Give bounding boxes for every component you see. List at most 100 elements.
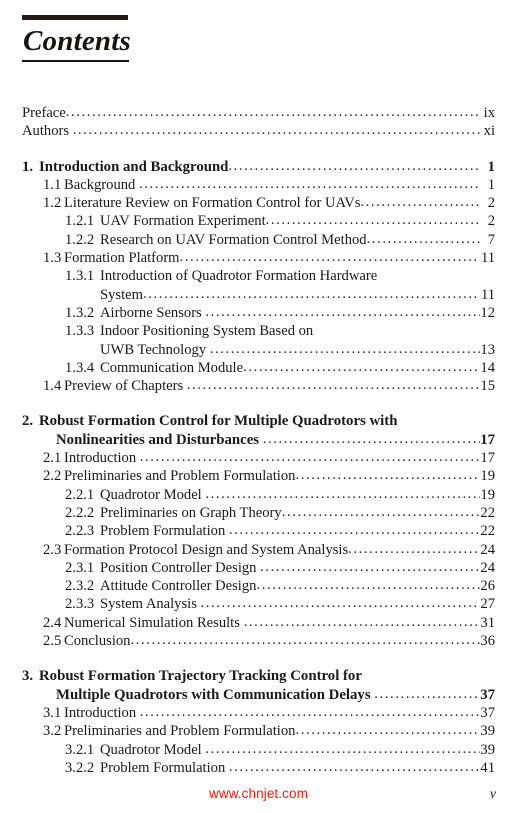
toc-entry-section[interactable]: 1.4 Preview of Chapters .................…: [22, 377, 495, 395]
leader-dots: ........................................…: [295, 722, 480, 739]
entry-title: Position Controller Design: [100, 559, 261, 576]
entry-number: 2.2.2: [65, 504, 95, 521]
entry-page-number: 1: [487, 158, 495, 175]
entry-title: System: [100, 286, 143, 303]
entry-number: 3.2.2: [65, 759, 95, 776]
entry-number: 2.3.2: [65, 578, 95, 595]
toc-entry-section[interactable]: 3.2 Preliminaries and Problem Formulation…: [22, 722, 495, 740]
toc-entry-subsec[interactable]: 1.3.3 Indoor Positioning System Based on: [22, 322, 495, 340]
toc-entry-section[interactable]: 1.1 Background ..........................…: [22, 176, 495, 194]
leader-dots: ........................................…: [260, 558, 480, 575]
entry-page-number: 11: [480, 286, 495, 303]
entry-page-number: 17: [480, 450, 495, 467]
entry-number: 2.2: [43, 468, 62, 485]
entry-page-number: 31: [480, 614, 495, 631]
entry-title: Conclusion: [64, 633, 131, 650]
leader-dots: ........................................…: [142, 285, 480, 302]
toc-entry-chapter[interactable]: 1. Introduction and Background...........…: [22, 158, 495, 176]
leader-dots: ........................................…: [228, 758, 480, 775]
entry-page-number: 19: [480, 486, 495, 503]
entry-page-number: 19: [480, 468, 495, 485]
entry-title: Attitude Controller Design: [100, 578, 257, 595]
entry-title: Robust Formation Trajectory Tracking Con…: [39, 668, 362, 685]
entry-title: Background: [64, 176, 139, 193]
toc-entry-section[interactable]: 2.3 Formation Protocol Design and System …: [22, 541, 495, 559]
toc-entry-subsec[interactable]: 2.3.2 Attitude Controller Design.........…: [22, 577, 495, 595]
toc-entry-subsec[interactable]: 2.2.3 Problem Formulation ...............…: [22, 522, 495, 540]
entry-title: Robust Formation Control for Multiple Qu…: [39, 413, 398, 430]
toc-entry-chapter[interactable]: 2. Robust Formation Control for Multiple …: [22, 412, 495, 430]
leader-dots: ........................................…: [228, 157, 480, 174]
entry-page-number: 2: [487, 195, 495, 212]
entry-title: Introduction and Background: [39, 158, 229, 175]
entry-title: Nonlinearities and Disturbances: [56, 431, 263, 448]
entry-number: 2.: [22, 413, 34, 430]
entry-title: Authors: [22, 123, 73, 140]
entry-number: 2.3.1: [65, 559, 95, 576]
toc-entry-chapter[interactable]: 3. Robust Formation Trajectory Tracking C…: [22, 667, 495, 685]
toc-entry-section[interactable]: 1.3 Formation Platform...................…: [22, 249, 495, 267]
entry-page-number: 26: [480, 578, 495, 595]
entry-title: Numerical Simulation Results: [64, 614, 244, 631]
entry-title: System Analysis: [100, 596, 201, 613]
toc-entry-subsec[interactable]: 1.3.1 Introduction of Quadrotor Formation…: [22, 267, 495, 285]
entry-title: UAV Formation Experiment: [100, 213, 266, 230]
entry-number: 3.: [22, 668, 34, 685]
table-of-contents: Preface.................................…: [22, 104, 495, 777]
entry-number: 2.4: [43, 614, 62, 631]
entry-number: 2.2.1: [65, 486, 95, 503]
toc-entry-section[interactable]: 2.5 Conclusion...........................…: [22, 632, 495, 650]
leader-dots: ........................................…: [262, 430, 480, 447]
toc-entry-subsec[interactable]: 2.3.3 System Analysis ...................…: [22, 595, 495, 613]
toc-entry-section[interactable]: 2.2 Preliminaries and Problem Formulation…: [22, 467, 495, 485]
toc-entry-subsec[interactable]: 2.2.2 Preliminaries on Graph Theory......…: [22, 504, 495, 522]
entry-title: Communication Module: [100, 359, 244, 376]
entry-title: Problem Formulation: [100, 523, 229, 540]
toc-entry-subsec[interactable]: 1.2.1 UAV Formation Experiment...........…: [22, 212, 495, 230]
toc-entry-subsec[interactable]: 3.2.2 Problem Formulation ...............…: [22, 759, 495, 777]
toc-entry-subsec-continuation[interactable]: UWB Technology .........................…: [22, 341, 495, 359]
toc-entry-subsec[interactable]: 1.3.4 Communication Module...............…: [22, 359, 495, 377]
toc-entry-front-matter[interactable]: Authors ................................…: [22, 122, 495, 140]
leader-dots: ........................................…: [348, 540, 480, 557]
entry-title: Formation Platform: [64, 250, 180, 267]
leader-dots: ........................................…: [200, 595, 480, 612]
entry-number: 2.1: [43, 450, 62, 467]
toc-entry-section[interactable]: 1.2 Literature Review on Formation Contro…: [22, 194, 495, 212]
toc-entry-chapter-continuation[interactable]: Nonlinearities and Disturbances ........…: [22, 431, 495, 449]
entry-page-number: 37: [480, 704, 495, 721]
toc-entry-section[interactable]: 2.1 Introduction ........................…: [22, 449, 495, 467]
toc-entry-section[interactable]: 2.4 Numerical Simulation Results ........…: [22, 614, 495, 632]
leader-dots: ........................................…: [205, 485, 480, 502]
leader-dots: ........................................…: [265, 212, 480, 229]
entry-number: 3.2.1: [65, 741, 95, 758]
toc-entry-subsec-continuation[interactable]: System..................................…: [22, 286, 495, 304]
entry-number: 1.2.2: [65, 231, 95, 248]
entry-number: 2.3: [43, 541, 62, 558]
entry-title: Airborne Sensors: [100, 304, 206, 321]
leader-dots: ........................................…: [130, 632, 480, 649]
leader-dots: ........................................…: [72, 122, 480, 139]
entry-page-number: xi: [483, 123, 495, 140]
toc-entry-front-matter[interactable]: Preface.................................…: [22, 104, 495, 122]
entry-title: Indoor Positioning System Based on: [100, 323, 314, 340]
leader-dots: ........................................…: [138, 175, 480, 192]
entry-title: Introduction of Quadrotor Formation Hard…: [100, 268, 378, 285]
entry-title: Preface: [22, 105, 66, 121]
entry-page-number: 14: [480, 359, 495, 376]
toc-entry-subsec[interactable]: 3.2.1 Quadrotor Model ...................…: [22, 741, 495, 759]
entry-title: Multiple Quadrotors with Communication D…: [56, 686, 375, 703]
leader-dots: ........................................…: [295, 467, 480, 484]
entry-page-number: 22: [480, 523, 495, 540]
toc-entry-subsec[interactable]: 1.2.2 Research on UAV Formation Control M…: [22, 231, 495, 249]
leader-dots: ........................................…: [205, 740, 480, 757]
toc-entry-subsec[interactable]: 2.2.1 Quadrotor Model ...................…: [22, 486, 495, 504]
toc-entry-section[interactable]: 3.1 Introduction ........................…: [22, 704, 495, 722]
toc-entry-chapter-continuation[interactable]: Multiple Quadrotors with Communication D…: [22, 686, 495, 704]
leader-dots: ........................................…: [186, 377, 480, 394]
leader-dots: ........................................…: [366, 230, 480, 247]
toc-entry-subsec[interactable]: 2.3.1 Position Controller Design ........…: [22, 559, 495, 577]
entry-title: UWB Technology: [100, 341, 210, 358]
toc-entry-subsec[interactable]: 1.3.2 Airborne Sensors ..................…: [22, 304, 495, 322]
